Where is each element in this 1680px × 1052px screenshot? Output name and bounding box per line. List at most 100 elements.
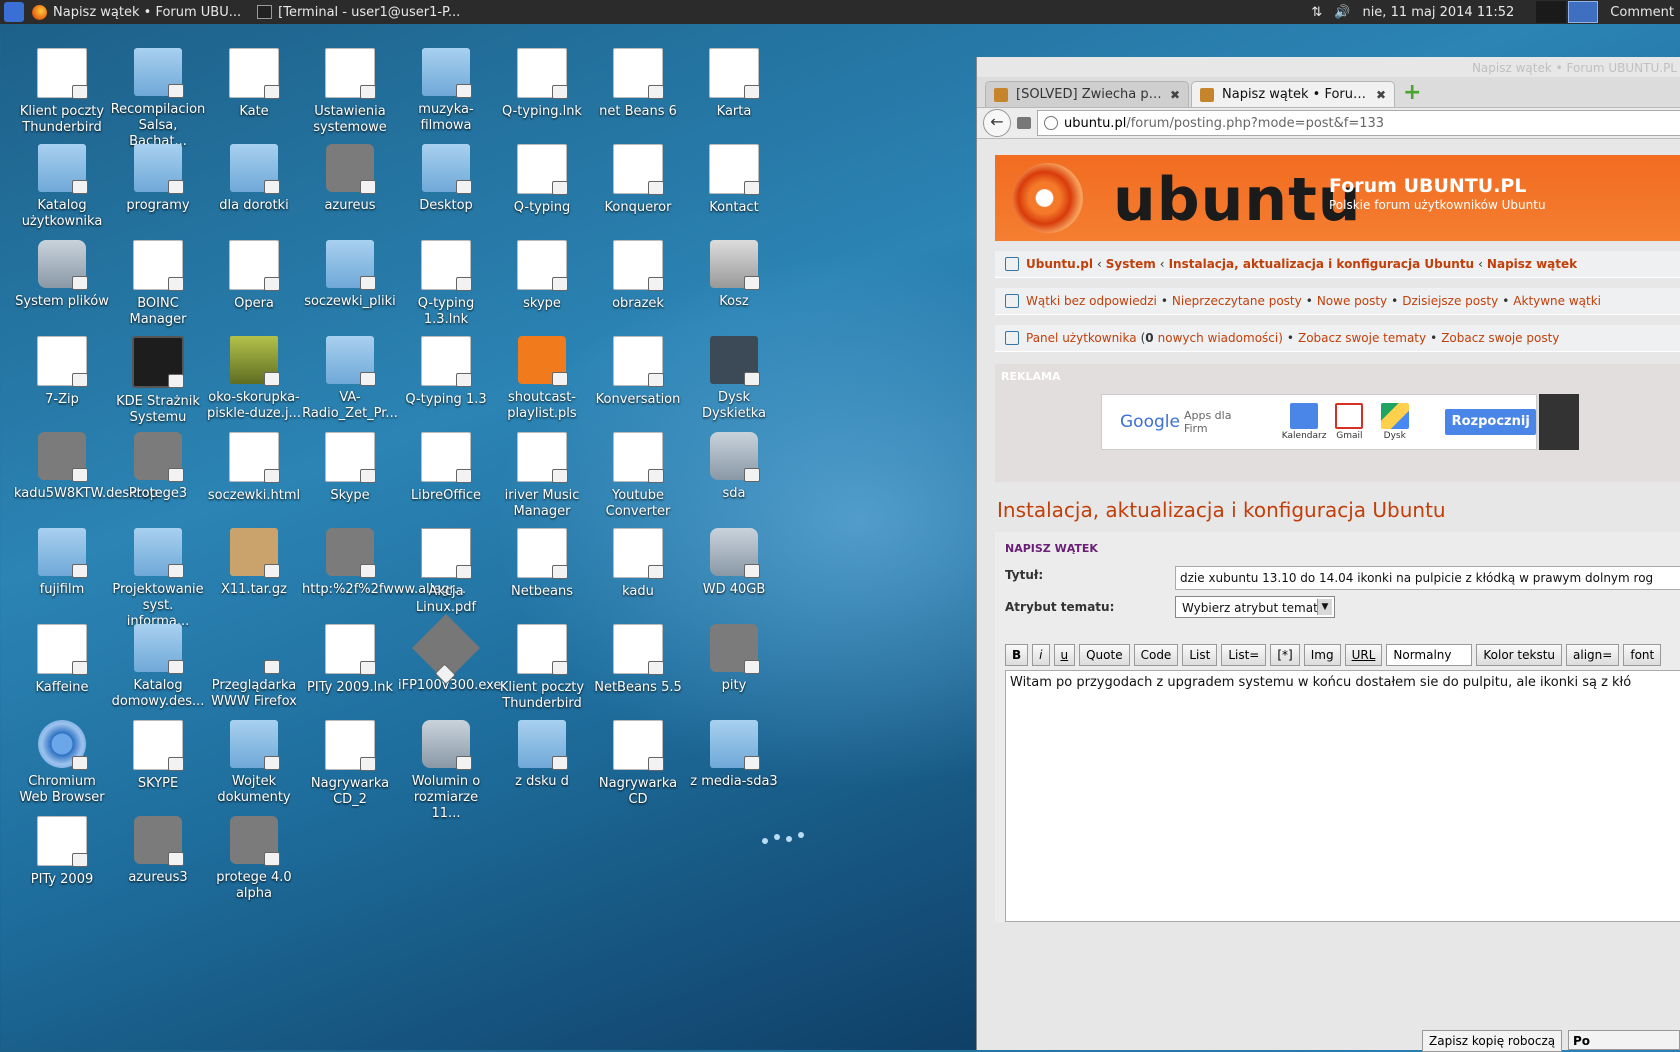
side-ad[interactable] bbox=[1539, 394, 1579, 450]
submit-post-button[interactable]: Po bbox=[1568, 1030, 1680, 1050]
desktop-icon[interactable]: Ustawienia systemowe bbox=[302, 48, 398, 136]
desktop-icon[interactable]: Karta bbox=[686, 48, 782, 120]
workspace-switcher[interactable] bbox=[1536, 1, 1599, 23]
clock[interactable]: nie, 11 maj 2014 11:52 bbox=[1362, 5, 1514, 20]
workspace-2[interactable] bbox=[1568, 1, 1599, 23]
desktop-icon[interactable]: BOINC Manager bbox=[110, 240, 206, 328]
desktop-icon[interactable]: LibreOffice bbox=[398, 432, 494, 504]
desktop-icon[interactable]: Klient poczty Thunderbird bbox=[494, 624, 590, 712]
desktop-icon[interactable]: Dysk Dyskietka bbox=[686, 336, 782, 422]
font-button[interactable]: font bbox=[1623, 644, 1662, 666]
desktop-icon[interactable]: System plików bbox=[14, 240, 110, 310]
desktop-icon[interactable]: Wolumin o rozmiarze 11... bbox=[398, 720, 494, 822]
link-unanswered[interactable]: Wątki bez odpowiedzi bbox=[1026, 294, 1157, 308]
ordered-list-button[interactable]: List= bbox=[1221, 644, 1267, 666]
desktop-icon[interactable]: 7-Zip bbox=[14, 336, 110, 408]
link-active[interactable]: Aktywne wątki bbox=[1513, 294, 1601, 308]
drive-app[interactable]: Dysk bbox=[1372, 403, 1417, 441]
code-button[interactable]: Code bbox=[1133, 644, 1179, 666]
desktop-icon[interactable]: skype bbox=[494, 240, 590, 312]
desktop-icon[interactable]: dla dorotki bbox=[206, 144, 302, 214]
desktop-icon[interactable]: Klient poczty Thunderbird bbox=[14, 48, 110, 136]
breadcrumb-system[interactable]: System bbox=[1106, 257, 1156, 271]
desktop-icon[interactable]: muzyka-filmowa bbox=[398, 48, 494, 134]
desktop-icon[interactable]: soczewki_pliki bbox=[302, 240, 398, 310]
bold-button[interactable]: B bbox=[1005, 644, 1029, 666]
desktop-icon[interactable]: http:%2f%2fwww.allegr... bbox=[302, 528, 466, 598]
desktop-icon[interactable]: Przeglądarka WWW Firefox bbox=[206, 624, 302, 710]
comment-label[interactable]: Comment bbox=[1610, 5, 1674, 20]
gmail-app[interactable]: Gmail bbox=[1327, 403, 1372, 441]
desktop-icon[interactable]: VA-Radio_Zet_Pr... bbox=[302, 336, 398, 422]
img-button[interactable]: Img bbox=[1303, 644, 1341, 666]
desktop-icon[interactable]: Kate bbox=[206, 48, 302, 120]
desktop-icon[interactable]: Konqueror bbox=[590, 144, 686, 216]
attribute-select[interactable]: Wybierz atrybut tematu ▼ bbox=[1175, 596, 1335, 618]
desktop-icon[interactable]: Chromium Web Browser bbox=[14, 720, 110, 806]
desktop-icon[interactable]: Protege3 bbox=[110, 432, 206, 502]
desktop-icon[interactable]: Skype bbox=[302, 432, 398, 504]
breadcrumb-post[interactable]: Napisz wątek bbox=[1487, 257, 1577, 271]
desktop-icon[interactable]: Wojtek dokumenty bbox=[206, 720, 302, 806]
desktop-icon[interactable]: pity bbox=[686, 624, 782, 694]
network-icon[interactable]: ⇅ bbox=[1311, 5, 1322, 20]
url-button[interactable]: URL bbox=[1344, 644, 1383, 666]
desktop-icon[interactable]: Projektowanie syst. informa... bbox=[110, 528, 206, 630]
desktop-icon[interactable]: iFP100v300.exe bbox=[398, 614, 501, 694]
link-new[interactable]: Nowe posty bbox=[1317, 294, 1387, 308]
desktop-icon[interactable]: Konversation bbox=[590, 336, 686, 408]
desktop-icon[interactable]: soczewki.html bbox=[206, 432, 302, 504]
desktop-icon[interactable]: Nagrywarka CD bbox=[590, 720, 686, 808]
message-textarea[interactable]: Witam po przygodach z upgradem systemu w… bbox=[1005, 670, 1680, 922]
url-bar[interactable]: ubuntu.pl/forum/posting.php?mode=post&f=… bbox=[1037, 110, 1680, 136]
breadcrumb-forum[interactable]: Instalacja, aktualizacja i konfiguracja … bbox=[1169, 257, 1475, 271]
desktop-icon[interactable]: Akcja Linux.pdf bbox=[398, 528, 494, 616]
desktop-icon[interactable]: fujifilm bbox=[14, 528, 110, 598]
desktop-icon[interactable]: WD 40GB bbox=[686, 528, 782, 598]
desktop-icon[interactable]: Desktop bbox=[398, 144, 494, 214]
link-my-topics[interactable]: Zobacz swoje tematy bbox=[1298, 331, 1426, 345]
list-button[interactable]: List bbox=[1182, 644, 1218, 666]
desktop-icon[interactable]: sda bbox=[686, 432, 782, 502]
desktop-icon[interactable]: PITy 2009.lnk bbox=[302, 624, 398, 696]
desktop-icon[interactable]: Q-typing bbox=[494, 144, 590, 216]
desktop-icon[interactable]: oko-skorupka-piskle-duze.j... bbox=[206, 336, 302, 422]
workspace-1[interactable] bbox=[1536, 1, 1567, 23]
desktop-icon[interactable]: NetBeans 5.5 bbox=[590, 624, 686, 696]
close-tab-icon[interactable]: ✖ bbox=[1376, 88, 1386, 102]
forum-banner[interactable]: ubuntu Forum UBUNTU.PL Polskie forum uży… bbox=[995, 155, 1680, 241]
tab-solved[interactable]: [SOLVED] Zwiecha podc... ✖ bbox=[985, 81, 1189, 107]
title-input[interactable]: dzie xubuntu 13.10 do 14.04 ikonki na pu… bbox=[1175, 566, 1680, 590]
tab-napisz-watek[interactable]: Napisz wątek • Forum ... ✖ bbox=[1191, 81, 1395, 107]
new-tab-icon[interactable]: + bbox=[1403, 82, 1425, 105]
desktop-icon[interactable]: Kaffeine bbox=[14, 624, 110, 696]
desktop-icon[interactable]: z media-sda3 bbox=[686, 720, 782, 790]
desktop-icon[interactable]: KDE Strażnik Systemu bbox=[110, 336, 206, 426]
forum-heading[interactable]: Instalacja, aktualizacja i konfiguracja … bbox=[995, 498, 1680, 522]
desktop-icon[interactable]: programy bbox=[110, 144, 206, 214]
link-my-posts[interactable]: Zobacz swoje posty bbox=[1441, 331, 1559, 345]
taskbar-item-firefox[interactable]: Napisz wątek • Forum UBU... bbox=[32, 4, 241, 20]
desktop-icon[interactable]: obrazek bbox=[590, 240, 686, 312]
link-unread[interactable]: Nieprzeczytane posty bbox=[1172, 294, 1302, 308]
italic-button[interactable]: i bbox=[1032, 644, 1050, 666]
desktop-icon[interactable]: PITy 2009 bbox=[14, 816, 110, 888]
desktop-icon[interactable]: Opera bbox=[206, 240, 302, 312]
desktop-icon[interactable]: Q-typing.lnk bbox=[494, 48, 590, 120]
volume-icon[interactable]: 🔊 bbox=[1334, 5, 1350, 20]
google-ad[interactable]: Google Apps dla Firm Kalendarz Gmail Dys… bbox=[1101, 394, 1537, 450]
quote-button[interactable]: Quote bbox=[1079, 644, 1130, 666]
link-messages[interactable]: nowych wiadomości) bbox=[1158, 331, 1283, 345]
link-today[interactable]: Dzisiejsze posty bbox=[1402, 294, 1498, 308]
desktop-icon[interactable]: iriver Music Manager bbox=[494, 432, 590, 520]
desktop-icon[interactable]: Katalog użytkownika bbox=[14, 144, 110, 230]
desktop-icon[interactable]: SKYPE bbox=[110, 720, 206, 792]
calendar-app[interactable]: Kalendarz bbox=[1281, 403, 1326, 441]
text-color-button[interactable]: Kolor tekstu bbox=[1476, 644, 1563, 666]
start-button[interactable]: Rozpocznij bbox=[1445, 409, 1537, 435]
desktop-icon[interactable]: shoutcast-playlist.pls bbox=[494, 336, 590, 422]
desktop-icon[interactable]: X11.tar.gz bbox=[206, 528, 302, 598]
whisker-menu-icon[interactable] bbox=[4, 2, 24, 22]
desktop-icon[interactable]: Katalog domowy.des... bbox=[110, 624, 206, 710]
underline-button[interactable]: u bbox=[1053, 644, 1076, 666]
